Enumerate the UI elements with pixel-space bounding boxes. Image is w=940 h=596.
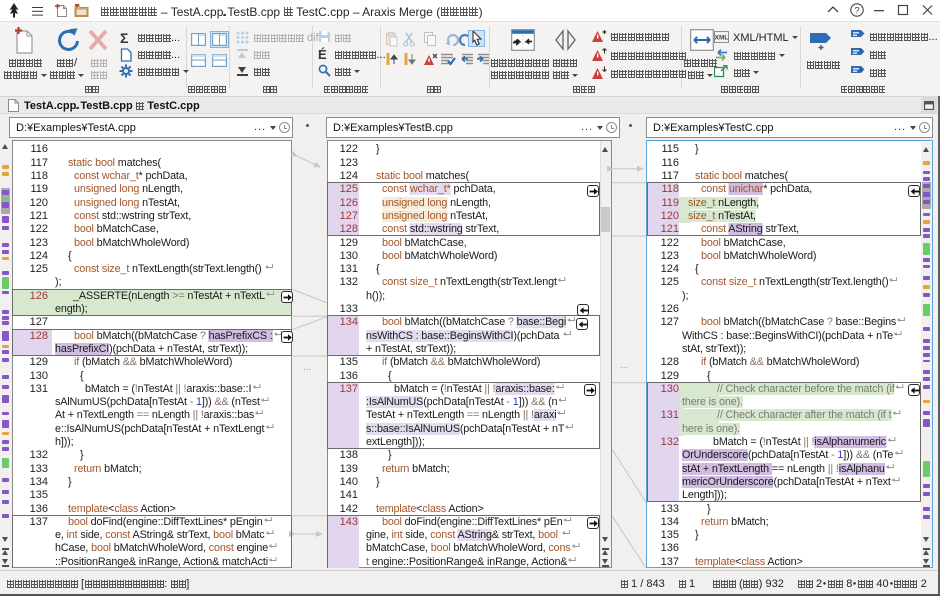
svg-text:...: ... — [303, 362, 311, 373]
svg-text:?: ? — [854, 6, 859, 17]
svg-text:XML: XML — [715, 35, 729, 42]
svg-text:...: ... — [620, 360, 628, 371]
